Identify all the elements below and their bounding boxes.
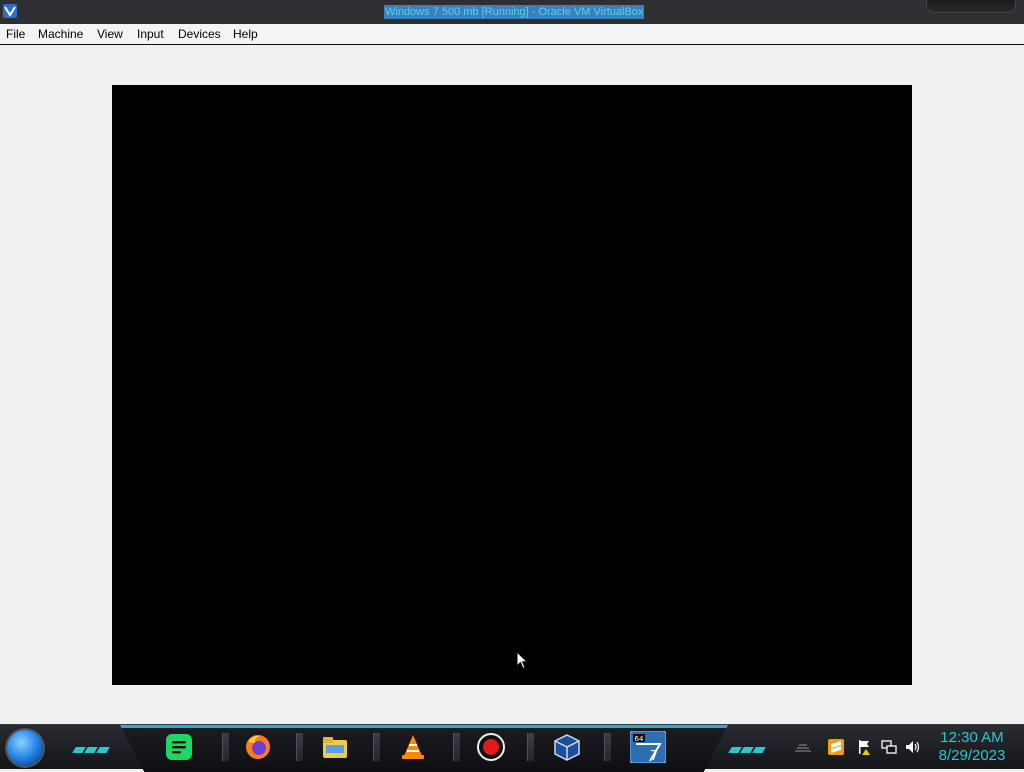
taskbar-separator: [296, 733, 303, 761]
show-desktop-icon[interactable]: [793, 739, 813, 755]
menu-file[interactable]: File: [6, 27, 25, 41]
menu-view[interactable]: View: [97, 27, 123, 41]
title-bar: Windows 7 500 mb [Running] - Oracle VM V…: [0, 0, 1024, 25]
clock-date: 8/29/2023: [938, 747, 1006, 764]
windows7-icon[interactable]: 64 7: [630, 731, 666, 763]
volume-icon[interactable]: [905, 739, 921, 755]
taskbar-separator: [453, 733, 460, 761]
svg-text:64: 64: [635, 735, 644, 743]
network-icon[interactable]: [881, 739, 897, 755]
menu-input[interactable]: Input: [137, 27, 164, 41]
start-button[interactable]: [7, 730, 43, 766]
taskbar-separator: [222, 733, 229, 761]
menu-devices[interactable]: Devices: [178, 27, 221, 41]
spotify-icon[interactable]: [164, 732, 194, 762]
sublime-icon[interactable]: [828, 739, 844, 755]
menu-help[interactable]: Help: [233, 27, 258, 41]
vlc-icon[interactable]: [398, 732, 428, 762]
window-title: Windows 7 500 mb [Running] - Oracle VM V…: [384, 5, 645, 19]
virtualbox-app-icon[interactable]: [2, 3, 18, 19]
record-icon[interactable]: [476, 732, 506, 762]
virtualbox-icon[interactable]: [552, 732, 582, 762]
action-center-flag-icon[interactable]: [857, 739, 873, 755]
vm-screen[interactable]: [112, 85, 912, 685]
taskbar-clock[interactable]: 12:30 AM 8/29/2023: [934, 729, 1010, 765]
clock-time: 12:30 AM: [940, 729, 1004, 746]
taskbar: 64 7 12:30 AM 8/29/2023: [0, 724, 1024, 772]
folder-icon[interactable]: [320, 732, 350, 762]
firefox-icon[interactable]: [243, 732, 273, 762]
taskbar-separator: [373, 733, 380, 761]
svg-text:7: 7: [650, 749, 658, 763]
mouse-cursor-icon: [516, 651, 528, 670]
menu-machine[interactable]: Machine: [38, 27, 83, 41]
taskbar-decoration-left: [72, 740, 110, 753]
taskbar-separator: [604, 733, 611, 761]
taskbar-decoration-right: [728, 740, 766, 753]
menu-bar: File Machine View Input Devices Help: [0, 24, 1024, 45]
taskbar-separator: [527, 733, 534, 761]
window-controls[interactable]: [926, 0, 1016, 13]
vm-display-area: [0, 45, 1024, 724]
